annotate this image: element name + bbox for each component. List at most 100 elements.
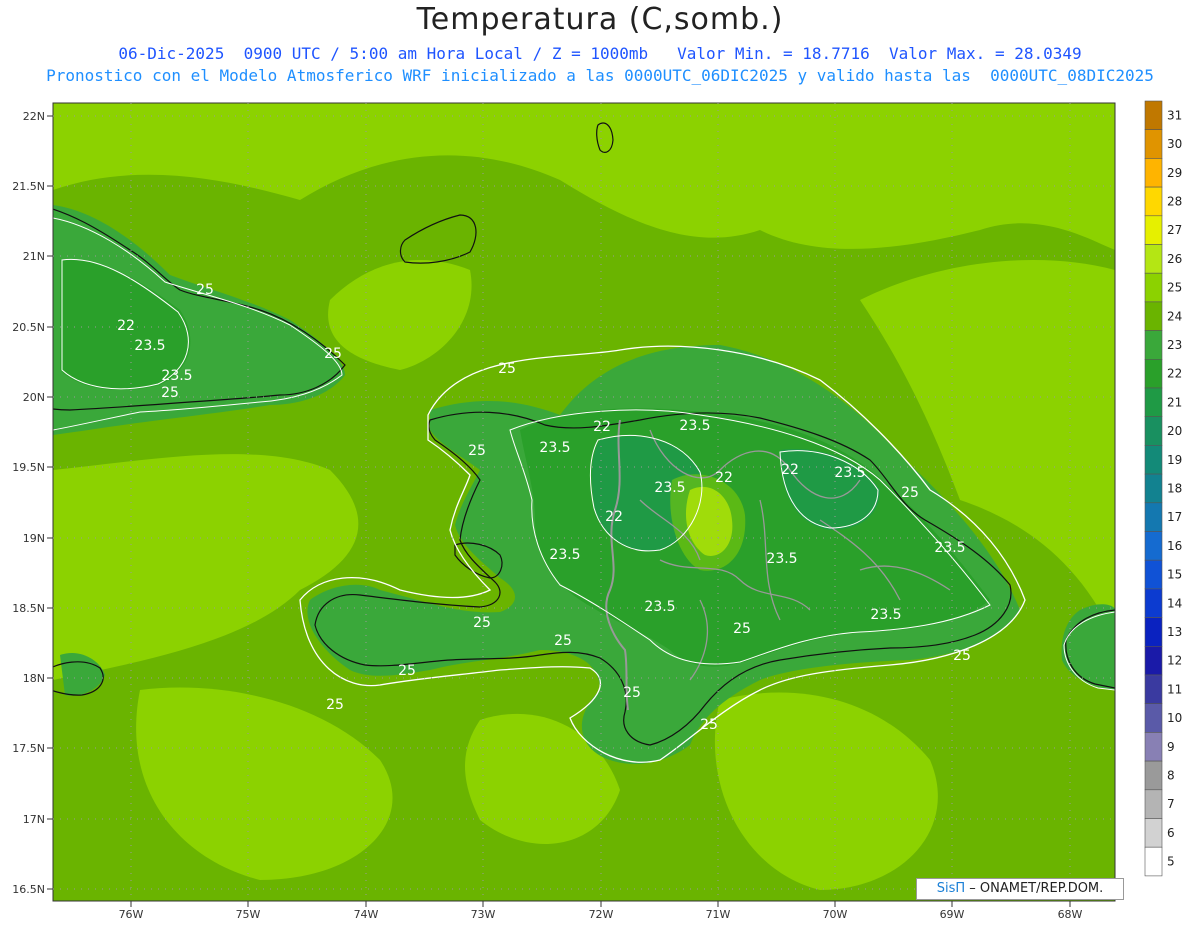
lat-tick-label: 17.5N (12, 742, 45, 755)
colorbar-label: 19 (1167, 453, 1182, 467)
lat-tick-label: 20.5N (12, 321, 45, 334)
contour-label: 23.5 (134, 338, 165, 354)
credit-text: – ONAMET/REP.DOM. (969, 881, 1104, 896)
colorbar-bin (1144, 818, 1163, 848)
colorbar-bin (1144, 617, 1163, 647)
contour-label: 23.5 (549, 547, 580, 563)
contour-label: 23.5 (161, 368, 192, 384)
colorbar-bin (1144, 473, 1163, 504)
colorbar-bin (1144, 416, 1163, 446)
colorbar-bin (1144, 789, 1163, 819)
lat-tick-label: 19N (23, 532, 45, 545)
contour-label: 25 (468, 443, 486, 459)
lat-tick-label: 20N (23, 391, 45, 404)
contour-label: 23.5 (934, 540, 965, 556)
credit-box: SisΠ – ONAMET/REP.DOM. (916, 878, 1124, 900)
colorbar-bin (1144, 330, 1163, 360)
contour-label: 22 (117, 318, 135, 334)
lon-tick-label: 70W (823, 908, 848, 921)
contour-label: 25 (623, 685, 641, 701)
colorbar-label: 30 (1167, 137, 1182, 151)
colorbar-label: 8 (1167, 768, 1175, 782)
colorbar-label: 24 (1167, 309, 1182, 323)
credit-brand: SisΠ (936, 881, 966, 896)
contour-label: 23.5 (870, 607, 901, 623)
contour-label: 25 (398, 663, 416, 679)
colorbar-bin (1144, 387, 1163, 418)
shaded-temperature-field (53, 103, 1115, 901)
colorbar-label: 10 (1167, 711, 1182, 725)
lat-tick-label: 21N (23, 250, 45, 263)
lon-tick-label: 75W (236, 908, 261, 921)
contour-label: 22 (781, 462, 799, 478)
colorbar-label: 17 (1167, 510, 1182, 524)
colorbar-bin (1144, 531, 1163, 561)
contour-label: 23.5 (539, 440, 570, 456)
lon-tick-label: 68W (1058, 908, 1083, 921)
colorbar-label: 21 (1167, 395, 1182, 409)
contour-label: 25 (901, 485, 919, 501)
longitude-axis: 76W 75W 74W 73W 72W 71W 70W 69W 68W (119, 901, 1083, 921)
colorbar-bin (1144, 588, 1163, 618)
colorbar-label: 23 (1167, 338, 1182, 352)
temperature-colorbar: 31 30 29 28 27 26 25 24 23 22 21 20 19 18 17 16 15 14 13 12… (1144, 100, 1182, 877)
lat-tick-label: 18.5N (12, 602, 45, 615)
contour-label: 23.5 (679, 418, 710, 434)
colorbar-bin (1144, 129, 1163, 159)
contour-label: 22 (605, 509, 623, 525)
colorbar-bin (1144, 732, 1163, 762)
colorbar-label: 26 (1167, 252, 1182, 266)
colorbar-bin (1144, 703, 1163, 733)
lon-tick-label: 76W (119, 908, 144, 921)
contour-label: 23.5 (644, 599, 675, 615)
contour-label: 25 (196, 282, 214, 298)
colorbar-label: 5 (1167, 855, 1175, 869)
colorbar-bin (1144, 215, 1163, 245)
colorbar-bin (1144, 100, 1163, 131)
contour-label: 23.5 (654, 480, 685, 496)
contour-label: 25 (554, 633, 572, 649)
colorbar-label: 9 (1167, 740, 1175, 754)
colorbar-bin (1144, 158, 1163, 188)
colorbar-bin (1144, 358, 1163, 389)
colorbar-label: 18 (1167, 481, 1182, 495)
lat-tick-label: 16.5N (12, 883, 45, 896)
colorbar-label: 14 (1167, 596, 1182, 610)
colorbar-bin (1144, 846, 1163, 877)
colorbar-bin (1144, 502, 1163, 532)
contour-label: 25 (326, 697, 344, 713)
colorbar-label: 29 (1167, 166, 1182, 180)
lon-tick-label: 71W (706, 908, 731, 921)
temperature-map: 22N 21.5N 21N 20.5N 20N 19.5N 19N 18.5N 18N 17.5N… (12, 100, 1182, 921)
contour-label: 25 (498, 361, 516, 377)
colorbar-bin (1144, 186, 1163, 217)
colorbar-label: 20 (1167, 424, 1182, 438)
latitude-axis: 22N 21.5N 21N 20.5N 20N 19.5N 19N 18.5N 18N 17.5N… (12, 110, 53, 896)
colorbar-bin (1144, 272, 1163, 303)
contour-label: 25 (473, 615, 491, 631)
colorbar-label: 31 (1167, 108, 1182, 122)
lon-tick-label: 69W (940, 908, 965, 921)
lon-tick-label: 72W (589, 908, 614, 921)
contour-label: 25 (953, 648, 971, 664)
colorbar-label: 13 (1167, 625, 1182, 639)
colorbar-bin (1144, 301, 1163, 331)
contour-label: 22 (593, 419, 611, 435)
colorbar-label: 6 (1167, 826, 1175, 840)
lon-tick-label: 73W (471, 908, 496, 921)
colorbar-bin (1144, 645, 1163, 676)
contour-label: 25 (700, 717, 718, 733)
colorbar-bin (1144, 445, 1163, 475)
contour-label: 25 (733, 621, 751, 637)
contour-label: 23.5 (834, 465, 865, 481)
colorbar-label: 27 (1167, 223, 1182, 237)
colorbar-label: 7 (1167, 797, 1175, 811)
lat-tick-label: 21.5N (12, 180, 45, 193)
colorbar-bin (1144, 674, 1163, 705)
lon-tick-label: 74W (354, 908, 379, 921)
contour-label: 23.5 (766, 551, 797, 567)
lat-tick-label: 22N (23, 110, 45, 123)
colorbar-label: 22 (1167, 367, 1182, 381)
contour-label: 22 (715, 470, 733, 486)
colorbar-label: 16 (1167, 539, 1182, 553)
